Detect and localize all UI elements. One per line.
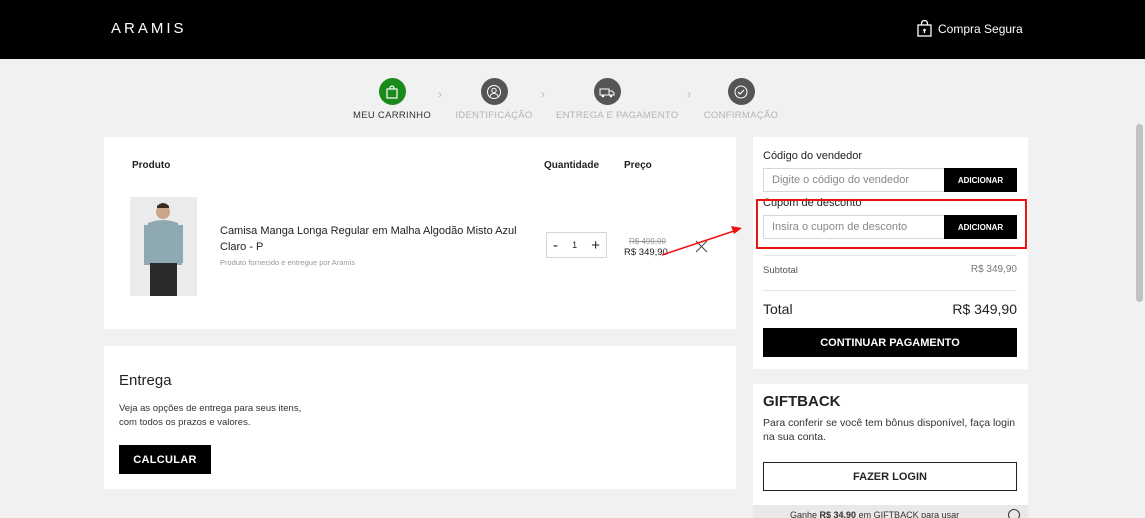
page-scrollbar[interactable] [1133,59,1145,518]
old-price: R$ 499,90 [629,237,666,246]
delivery-card: Entrega Veja as opções de entrega para s… [104,346,736,489]
chevron-right-icon: › [541,87,545,101]
seller-code-input[interactable]: Digite o código do vendedor [763,168,945,192]
delivery-title: Entrega [119,372,172,389]
checkout-steps: MEU CARRINHO › IDENTIFICAÇÃO › ENTREGA E… [340,78,800,123]
product-seller-note: Produto fornecido e entregue por Aramis [220,258,356,267]
divider [763,290,1017,291]
product-title[interactable]: Camisa Manga Longa Regular em Malha Algo… [220,223,530,255]
truck-icon [593,78,621,105]
divider [763,255,1017,256]
column-header-product: Produto [132,160,171,171]
step-cart[interactable]: MEU CARRINHO [350,78,434,121]
step-cart-label: MEU CARRINHO [352,110,432,121]
step-confirmation-label: CONFIRMAÇÃO [703,110,779,121]
step-identification: IDENTIFICAÇÃO [454,78,534,121]
current-price: R$ 349,90 [624,247,668,258]
subtotal-value: R$ 349,90 [970,264,1017,275]
coupon-highlight-box [756,199,1027,249]
chevron-right-icon: › [438,87,442,101]
top-header: ARAMIS Compra Segura [0,0,1145,59]
giftback-note: Ganhe R$ 34,90 em GIFTBACK para usar [753,505,1028,518]
giftback-amount: R$ 34,90 [819,510,857,518]
continue-payment-button[interactable]: CONTINUAR PAGAMENTO [763,328,1017,357]
secure-purchase: Compra Segura [917,20,1023,37]
giftback-card: GIFTBACK Para conferir se você tem bônus… [753,384,1028,518]
step-identification-label: IDENTIFICAÇÃO [455,110,533,121]
step-delivery-payment: ENTREGA E PAGAMENTO [556,78,679,121]
add-seller-code-button[interactable]: ADICIONAR [944,168,1017,192]
lock-bag-icon [917,20,932,37]
order-summary-card: Código do vendedor Digite o código do ve… [753,137,1028,369]
step-confirmation: CONFIRMAÇÃO [701,78,781,121]
product-image[interactable] [130,197,197,296]
delivery-description: Veja as opções de entrega para seus iten… [119,403,302,428]
login-button[interactable]: FAZER LOGIN [763,462,1017,491]
chevron-right-icon: › [687,87,691,101]
user-icon [480,78,508,105]
subtotal-label: Subtotal [763,265,798,276]
cart-card: Produto Quantidade Preço Camisa Manga Lo… [104,137,736,329]
decrease-quantity-button[interactable]: - [553,238,558,253]
secure-label: Compra Segura [938,21,1023,36]
giftback-description: Para conferir se você tem bônus disponív… [763,417,1016,443]
column-header-price: Preço [624,160,652,171]
bag-icon [378,78,406,105]
info-icon[interactable] [1008,509,1020,518]
total-value: R$ 349,90 [952,301,1017,317]
column-header-quantity: Quantidade [544,160,600,171]
giftback-note-prefix: Ganhe [790,510,820,518]
aramis-logo[interactable]: ARAMIS [111,20,187,37]
total-label: Total [763,301,793,317]
quantity-stepper: - 1 + [546,232,607,258]
giftback-note-text: Ganhe R$ 34,90 em GIFTBACK para usar [790,510,959,518]
quantity-value[interactable]: 1 [572,240,577,250]
step-delivery-payment-label: ENTREGA E PAGAMENTO [556,110,679,121]
seller-code-label: Código do vendedor [763,150,863,162]
scrollbar-thumb[interactable] [1136,124,1143,302]
increase-quantity-button[interactable]: + [591,238,600,253]
close-icon[interactable] [695,240,708,253]
giftback-note-suffix: em GIFTBACK para usar [856,510,960,518]
calculate-shipping-button[interactable]: CALCULAR [119,445,211,474]
giftback-title: GIFTBACK [763,393,841,410]
check-icon [727,78,755,105]
